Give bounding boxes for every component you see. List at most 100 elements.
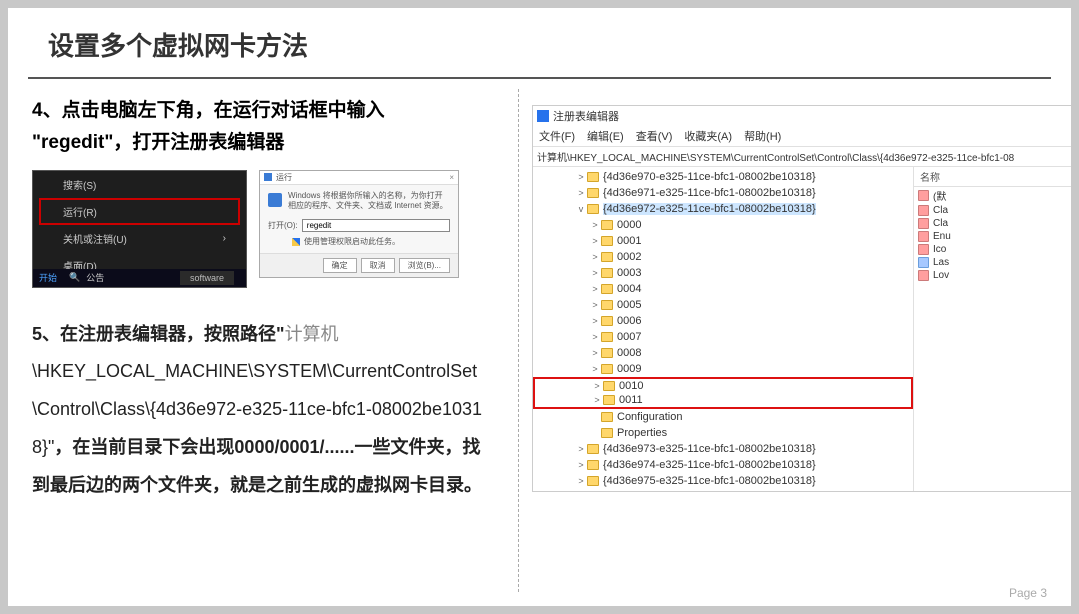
- value-type-icon: [918, 205, 929, 216]
- tree-expand-icon[interactable]: >: [589, 236, 601, 246]
- tree-item[interactable]: >0010: [533, 377, 913, 393]
- tree-item[interactable]: >0011: [533, 393, 913, 409]
- value-name: Enu: [933, 231, 951, 242]
- tree-item[interactable]: >0005: [533, 297, 913, 313]
- run-message-text: Windows 将根据你所输入的名称，为你打开相应的程序、文件夹、文档或 Int…: [288, 191, 450, 212]
- tree-expand-icon[interactable]: >: [589, 348, 601, 358]
- tree-item-label: 0003: [617, 267, 641, 279]
- value-row[interactable]: Las: [914, 256, 1071, 269]
- tree-item[interactable]: >0001: [533, 233, 913, 249]
- tree-item-label: Configuration: [617, 411, 682, 423]
- tree-expand-icon[interactable]: >: [589, 252, 601, 262]
- start-run-highlighted[interactable]: 运行(R): [39, 198, 240, 225]
- tree-item[interactable]: >0002: [533, 249, 913, 265]
- tree-expand-icon[interactable]: >: [589, 284, 601, 294]
- taskbar-software[interactable]: software: [180, 271, 234, 285]
- tree-item-label: 0008: [617, 347, 641, 359]
- value-row[interactable]: Enu: [914, 230, 1071, 243]
- value-name: Ico: [933, 244, 946, 255]
- run-titlebar: 运行 ×: [260, 171, 458, 185]
- folder-icon: [587, 204, 599, 214]
- folder-icon: [601, 220, 613, 230]
- tree-item[interactable]: v {4d36e972-e325-11ce-bfc1-08002be10318}: [533, 201, 913, 217]
- tree-item[interactable]: >0003: [533, 265, 913, 281]
- tree-item[interactable]: >0008: [533, 345, 913, 361]
- value-name: Cla: [933, 218, 948, 229]
- tree-expand-icon[interactable]: >: [589, 332, 601, 342]
- step4-number: 4、: [32, 100, 62, 121]
- tree-item[interactable]: >0006: [533, 313, 913, 329]
- quote-open: ": [32, 132, 41, 153]
- tree-expand-icon[interactable]: >: [589, 220, 601, 230]
- tree-expand-icon[interactable]: v: [575, 204, 587, 214]
- start-button[interactable]: 开始: [33, 271, 63, 284]
- tree-expand-icon[interactable]: >: [575, 188, 587, 198]
- content-area: 4、点击电脑左下角，在运行对话框中输入 "regedit"，打开注册表编辑器 搜…: [8, 83, 1071, 606]
- cancel-button[interactable]: 取消: [361, 258, 395, 273]
- value-type-icon: [918, 190, 929, 201]
- tree-expand-icon[interactable]: >: [589, 268, 601, 278]
- folder-icon: [601, 284, 613, 294]
- menu-help[interactable]: 帮助(H): [744, 128, 781, 144]
- regedit-tree[interactable]: >{4d36e970-e325-11ce-bfc1-08002be10318}>…: [533, 167, 913, 491]
- shield-icon: [292, 238, 300, 246]
- tree-item[interactable]: >0004: [533, 281, 913, 297]
- tree-item[interactable]: > {4d36e975-e325-11ce-bfc1-08002be10318}: [533, 473, 913, 489]
- tree-expand-icon[interactable]: >: [589, 364, 601, 374]
- browse-button[interactable]: 浏览(B)...: [399, 258, 450, 273]
- tree-expand-icon[interactable]: >: [591, 381, 603, 391]
- menu-view[interactable]: 查看(V): [636, 128, 673, 144]
- tree-expand-icon[interactable]: >: [575, 476, 587, 486]
- tree-item[interactable]: >{4d36e970-e325-11ce-bfc1-08002be10318}: [533, 169, 913, 185]
- tree-item-label: 0011: [619, 394, 643, 406]
- value-row[interactable]: (默: [914, 187, 1071, 204]
- tree-expand-icon[interactable]: >: [591, 395, 603, 405]
- tree-expand-icon[interactable]: >: [575, 172, 587, 182]
- tree-item[interactable]: Configuration: [533, 409, 913, 425]
- value-row[interactable]: Ico: [914, 243, 1071, 256]
- title-divider: [28, 77, 1051, 79]
- step4-heading: 4、点击电脑左下角，在运行对话框中输入 "regedit"，打开注册表编辑器: [32, 95, 484, 160]
- tree-item-label: {4d36e975-e325-11ce-bfc1-08002be10318}: [603, 475, 816, 487]
- tree-item[interactable]: >0009: [533, 361, 913, 377]
- run-input[interactable]: [302, 219, 450, 232]
- value-name: (默: [933, 188, 946, 203]
- tree-item[interactable]: >{4d36e971-e325-11ce-bfc1-08002be10318}: [533, 185, 913, 201]
- value-row[interactable]: Cla: [914, 204, 1071, 217]
- menu-edit[interactable]: 编辑(E): [587, 128, 624, 144]
- value-row[interactable]: Cla: [914, 217, 1071, 230]
- tree-item-label: {4d36e974-e325-11ce-bfc1-08002be10318}: [603, 459, 816, 471]
- tree-item-label: 0007: [617, 331, 641, 343]
- start-shutdown[interactable]: 关机或注销(U) ›: [33, 225, 246, 252]
- regedit-path-bar[interactable]: 计算机\HKEY_LOCAL_MACHINE\SYSTEM\CurrentCon…: [533, 147, 1071, 167]
- run-app-icon: [264, 173, 272, 181]
- tree-item[interactable]: >0007: [533, 329, 913, 345]
- tree-item-label: {4d36e972-e325-11ce-bfc1-08002be10318}: [603, 203, 816, 215]
- tree-item[interactable]: > {4d36e974-e325-11ce-bfc1-08002be10318}: [533, 457, 913, 473]
- menu-fav[interactable]: 收藏夹(A): [684, 128, 732, 144]
- folder-icon: [603, 395, 615, 405]
- tree-item[interactable]: >{4d36e973-e325-11ce-bfc1-08002be10318}: [533, 441, 913, 457]
- search-icon[interactable]: 🔍: [63, 272, 86, 283]
- run-admin-row: 使用管理权限启动此任务。: [268, 236, 450, 247]
- close-icon[interactable]: ×: [449, 173, 454, 182]
- tree-expand-icon[interactable]: >: [575, 460, 587, 470]
- menu-file[interactable]: 文件(F): [539, 128, 575, 144]
- value-name: Cla: [933, 205, 948, 216]
- ok-button[interactable]: 确定: [323, 258, 357, 273]
- run-title: 运行: [276, 172, 292, 183]
- column-divider: [518, 89, 519, 592]
- tree-item[interactable]: Properties: [533, 425, 913, 441]
- left-column: 4、点击电脑左下角，在运行对话框中输入 "regedit"，打开注册表编辑器 搜…: [8, 83, 508, 606]
- tree-item-label: 0006: [617, 315, 641, 327]
- tree-item[interactable]: >0000: [533, 217, 913, 233]
- folder-icon: [587, 460, 599, 470]
- tree-expand-icon[interactable]: >: [589, 300, 601, 310]
- start-shutdown-label: 关机或注销(U): [63, 231, 127, 246]
- value-row[interactable]: Lov: [914, 269, 1071, 282]
- tree-expand-icon[interactable]: >: [589, 316, 601, 326]
- value-type-icon: [918, 270, 929, 281]
- tree-expand-icon[interactable]: >: [575, 444, 587, 454]
- folder-icon: [587, 444, 599, 454]
- start-search[interactable]: 搜索(S): [33, 171, 246, 198]
